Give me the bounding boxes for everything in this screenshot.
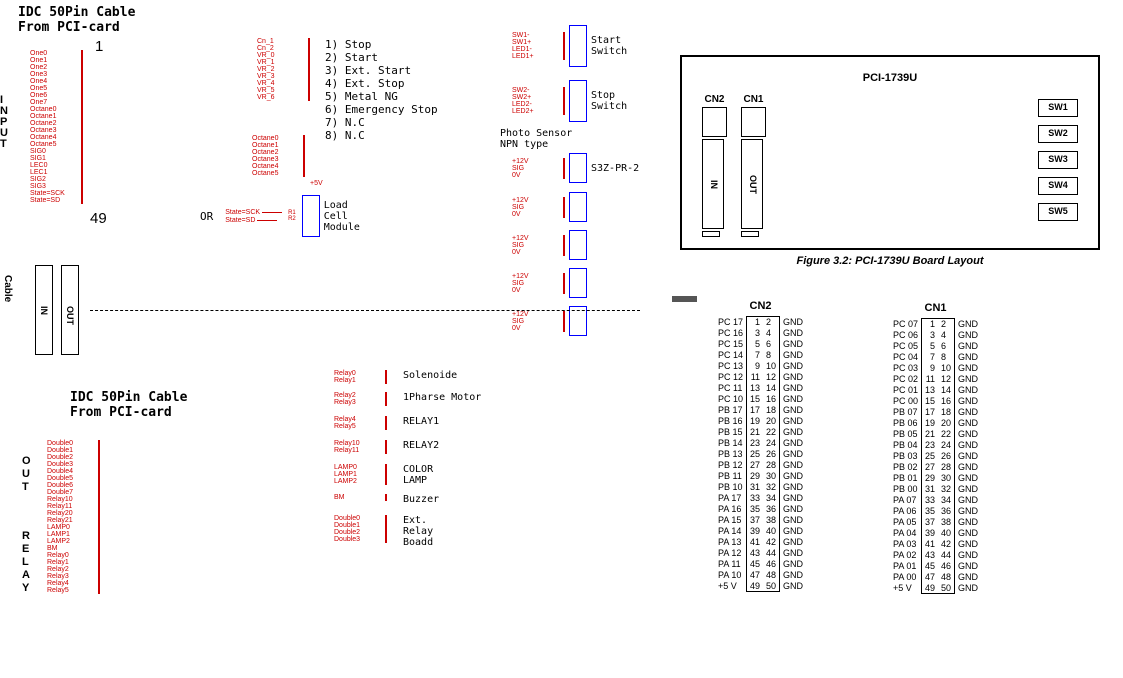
plus5v: +5V	[310, 180, 323, 187]
sensor-icon	[569, 153, 587, 183]
switch-icon	[569, 25, 587, 67]
board-caption: Figure 3.2: PCI-1739U Board Layout	[680, 255, 1100, 267]
load-cell-icon	[302, 195, 320, 237]
idc-title-top: IDC 50Pin Cable From PCI-card	[18, 5, 135, 35]
legend-list: 1) Stop2) Start3) Ext. Start4) Ext. Stop…	[325, 38, 438, 142]
sensor-icon	[569, 268, 587, 298]
marker-bar	[672, 296, 697, 302]
sw-box: SW4	[1038, 177, 1078, 195]
legend-pins: Cn_1Cn_2VR_0VR_1VR_2VR_3VR_4VR_5VR_6	[255, 38, 310, 101]
input-pin-list: One0One1One2One3One4One5One6One7Octane0O…	[28, 50, 83, 204]
start-switch: SW1-SW1+LED1-LED1+ StartSwitch	[510, 25, 627, 67]
pin-49-label: 49	[90, 210, 107, 227]
mid-comps: Relay0Relay1Solenoide Relay2Relay31Phars…	[332, 370, 481, 548]
octane-pins: Octane0Octane1Octane2Octane3Octane4Octan…	[250, 135, 305, 177]
sensor-icon	[569, 230, 587, 260]
cable-boxes: IN OUT	[35, 265, 79, 355]
cn1-pinout: CN1 PC 0712GNDPC 0634GNDPC 0556GNDPC 047…	[890, 302, 981, 594]
sensor-3: +12VSIG0V	[510, 230, 587, 260]
photo-title: Photo SensorNPN type	[500, 128, 572, 150]
switch-icon	[569, 80, 587, 122]
sensor-4: +12VSIG0V	[510, 268, 587, 298]
relay-label: RELAY	[22, 530, 30, 595]
separator-line	[90, 310, 640, 311]
sw-box: SW2	[1038, 125, 1078, 143]
sw-box: SW1	[1038, 99, 1078, 117]
out-label: OUT	[22, 455, 31, 494]
sw-box: SW3	[1038, 151, 1078, 169]
output-pin-list: Double0Double1Double2Double3Double4Doubl…	[45, 440, 100, 594]
photo-sensor: +12VSIG0V S3Z-PR-2	[510, 153, 639, 183]
idc-title-bottom: IDC 50Pin Cable From PCI-card	[70, 390, 187, 420]
input-label: INPUT	[0, 95, 9, 150]
or-block: OR State=SCK State=SD R1R2 LoadCellModul…	[200, 195, 360, 237]
cn2-pinout: CN2 PC 1712GNDPC 1634GNDPC 1556GNDPC 147…	[715, 300, 806, 592]
sensor-icon	[569, 192, 587, 222]
cable-label: Cable	[2, 275, 13, 302]
pin-1-label: 1	[95, 38, 103, 55]
stop-switch: SW2-SW2+LED2-LED2+ StopSwitch	[510, 80, 627, 122]
board-layout: PCI-1739U CN2 IN CN1 OUT SW1 SW2 SW3 SW4…	[680, 55, 1100, 250]
sensor-2: +12VSIG0V	[510, 192, 587, 222]
sw-box: SW5	[1038, 203, 1078, 221]
